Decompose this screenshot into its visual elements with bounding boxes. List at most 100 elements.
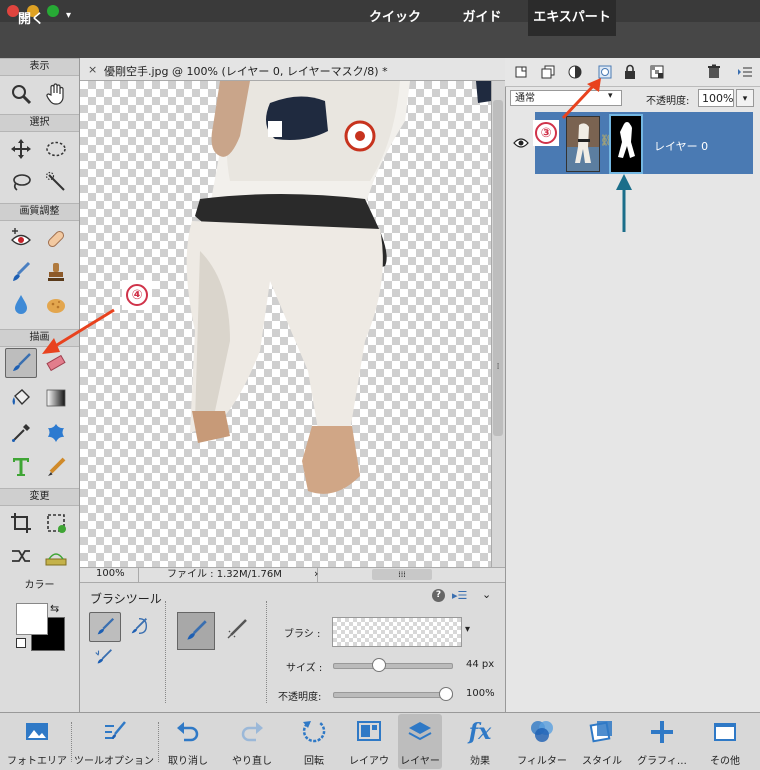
filters-label: フィルター — [517, 756, 567, 767]
annotation-arrow-red-to-brush — [42, 308, 115, 354]
brush-mode-button[interactable] — [89, 612, 121, 642]
status-menu-icon[interactable]: › — [314, 567, 318, 580]
lasso-tool[interactable] — [5, 167, 37, 197]
filters-circles-icon — [531, 721, 553, 742]
options-panel-menu-icon[interactable]: ▸☰ — [452, 589, 467, 602]
pencil-tool[interactable] — [40, 452, 72, 482]
brush-preset-picker[interactable] — [332, 617, 462, 647]
collapse-options-icon[interactable]: ⌄ — [482, 588, 491, 601]
size-label: サイズ : — [286, 663, 323, 674]
canvas-scrollbar-thumb[interactable] — [493, 100, 503, 436]
layout-button[interactable]: レイアウ — [345, 714, 393, 769]
open-button[interactable]: 開く — [18, 8, 44, 27]
redo-button[interactable]: やり直し — [226, 714, 278, 769]
layer-image-thumbnail[interactable] — [566, 116, 600, 172]
new-layer-button[interactable] — [511, 62, 531, 82]
layers-label: レイヤー — [400, 756, 440, 767]
pencil-icon — [48, 457, 66, 476]
tool-options-title: ブラシツール — [90, 592, 162, 606]
more-button[interactable]: その他 — [700, 714, 750, 769]
styles-button[interactable]: スタイル — [578, 714, 626, 769]
tool-options-button[interactable]: ツールオプション — [72, 714, 156, 769]
lock-all-button[interactable] — [620, 62, 640, 82]
brush-preset-dropdown-icon[interactable]: ▾ — [465, 624, 470, 635]
paint-bucket-tool[interactable] — [5, 383, 37, 413]
layer-visibility-eye-icon[interactable] — [513, 137, 529, 152]
impressionist-brush-button[interactable] — [124, 612, 154, 640]
layer-opacity-input[interactable]: 100% — [698, 89, 734, 107]
content-aware-move-tool[interactable] — [5, 541, 37, 571]
gradient-tool[interactable] — [40, 383, 72, 413]
blend-mode-dropdown-icon[interactable]: ▾ — [608, 91, 613, 101]
spot-healing-tool[interactable] — [40, 224, 72, 254]
layer-name[interactable]: レイヤー 0 — [654, 138, 708, 154]
size-slider[interactable] — [333, 663, 453, 669]
quick-selection-tool[interactable] — [40, 167, 72, 197]
redo-icon — [241, 722, 263, 742]
undo-button[interactable]: 取り消し — [163, 714, 213, 769]
lock-transparent-icon — [650, 65, 664, 79]
move-tool[interactable] — [5, 134, 37, 164]
eyedropper-icon — [12, 424, 30, 442]
mode-tab-guided[interactable]: ガイド — [450, 0, 514, 36]
delete-layer-button[interactable] — [704, 62, 724, 82]
annotation-arrow-red-to-mask-icon — [561, 78, 601, 120]
hand-tool[interactable] — [40, 79, 72, 109]
redo-label: やり直し — [232, 756, 272, 767]
brush-icon — [187, 620, 207, 640]
default-colors-icon[interactable] — [16, 638, 26, 648]
size-value[interactable]: 44 px — [466, 659, 494, 670]
help-icon[interactable]: ? — [432, 589, 445, 602]
fx-icon: fx — [468, 719, 492, 745]
type-tool[interactable] — [5, 452, 37, 482]
zoom-tool[interactable] — [5, 79, 37, 109]
layer-opacity-dropdown-icon[interactable]: ▾ — [736, 89, 754, 107]
mode-tab-expert[interactable]: エキスパート — [528, 0, 616, 36]
brush-opacity-slider-knob[interactable] — [439, 687, 453, 701]
photo-bin-button[interactable]: フォトエリア — [4, 714, 70, 769]
bandage-icon — [47, 230, 65, 248]
effects-button[interactable]: fx 効果 — [458, 714, 502, 769]
document-close-icon[interactable]: × — [88, 63, 97, 76]
custom-shape-tool[interactable] — [40, 418, 72, 448]
smart-brush-tool[interactable] — [5, 257, 37, 287]
filters-button[interactable]: フィルター — [514, 714, 570, 769]
horizontal-scrollbar-thumb[interactable]: ⁞⁞⁞ — [372, 569, 432, 580]
status-zoom-value: 100% — [96, 568, 125, 579]
swap-colors-icon[interactable]: ⇆ — [50, 602, 59, 615]
styles-label: スタイル — [582, 756, 622, 767]
layout-icon — [357, 721, 381, 741]
airbrush-off-button[interactable] — [177, 612, 215, 650]
brush-preset-label: ブラシ : — [284, 629, 321, 640]
eyedropper-tool[interactable] — [5, 418, 37, 448]
brush-opacity-value[interactable]: 100% — [466, 688, 495, 699]
layers-button[interactable]: レイヤー — [398, 714, 442, 769]
blend-mode-value: 通常 — [515, 93, 535, 104]
status-file-info: ファイル : 1.32M/1.76M — [138, 567, 318, 582]
recompose-tool[interactable] — [40, 508, 72, 538]
layers-stack-icon — [408, 722, 432, 741]
maximize-window-button[interactable] — [47, 5, 59, 17]
crop-tool[interactable] — [5, 508, 37, 538]
color-replacement-button[interactable] — [89, 644, 119, 672]
blur-tool[interactable] — [5, 290, 37, 320]
open-dropdown-icon[interactable]: ▾ — [66, 10, 71, 21]
scrollbar-grip-icon: ⁞ — [496, 362, 500, 372]
trash-icon — [708, 64, 720, 78]
airbrush-button[interactable] — [222, 614, 252, 644]
elliptical-marquee-tool[interactable] — [40, 134, 72, 164]
brush-opacity-slider[interactable] — [333, 692, 453, 698]
brush-tool[interactable] — [5, 348, 37, 378]
foreground-color-swatch[interactable] — [16, 603, 48, 635]
lock-transparency-button[interactable] — [647, 62, 667, 82]
mode-tab-quick[interactable]: クイック — [358, 0, 432, 36]
straighten-tool[interactable] — [40, 541, 72, 571]
layer-mask-thumbnail[interactable] — [609, 114, 643, 174]
panel-menu-button[interactable] — [735, 62, 755, 82]
image-canvas[interactable] — [80, 81, 491, 567]
toolbox-section-modify: 変更 — [0, 488, 79, 506]
clone-stamp-tool[interactable] — [40, 257, 72, 287]
graphics-button[interactable]: グラフィ… — [634, 714, 690, 769]
red-eye-tool[interactable] — [5, 224, 37, 254]
rotate-button[interactable]: 回転 — [290, 714, 338, 769]
